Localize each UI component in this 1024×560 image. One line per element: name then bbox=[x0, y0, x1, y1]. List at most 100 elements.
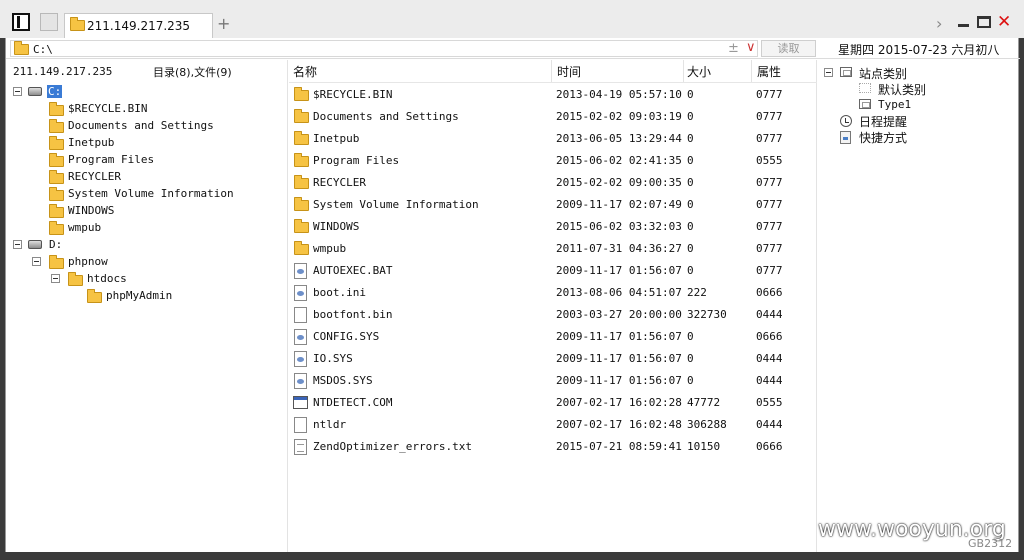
tree-label: Documents and Settings bbox=[68, 119, 214, 132]
table-row[interactable]: ZendOptimizer_errors.txt 2015-07-21 08:5… bbox=[289, 436, 817, 458]
file-time: 2007-02-17 16:02:48 bbox=[556, 418, 682, 431]
file-time: 2013-06-05 13:29:44 bbox=[556, 132, 682, 145]
file-attr: 0777 bbox=[756, 88, 783, 101]
folder-icon bbox=[49, 136, 64, 150]
file-time: 2015-06-02 02:41:35 bbox=[556, 154, 682, 167]
tree-node[interactable]: Inetpub bbox=[6, 135, 286, 151]
table-row[interactable]: RECYCLER 2015-02-02 09:00:35 0 0777 bbox=[289, 172, 817, 194]
tree-node-schedule[interactable]: 日程提醒 bbox=[818, 113, 1018, 129]
file-size: 0 bbox=[687, 220, 694, 233]
table-row[interactable]: Inetpub 2013-06-05 13:29:44 0 0777 bbox=[289, 128, 817, 150]
minimize-button[interactable] bbox=[958, 24, 969, 27]
tab-list-icon[interactable] bbox=[40, 13, 58, 31]
tree-node-shortcut[interactable]: 快捷方式 bbox=[818, 129, 1018, 145]
column-header-attr[interactable]: 属性 bbox=[752, 60, 817, 82]
file-attr: 0444 bbox=[756, 374, 783, 387]
tree-node[interactable]: $RECYCLE.BIN bbox=[6, 101, 286, 117]
tree-node-drive-d[interactable]: D: bbox=[6, 237, 286, 253]
folder-icon bbox=[68, 272, 83, 286]
chevron-down-icon[interactable]: ∨ bbox=[746, 40, 756, 55]
table-row[interactable]: NTDETECT.COM 2007-02-17 16:02:28 47772 0… bbox=[289, 392, 817, 414]
file-name: Inetpub bbox=[313, 132, 360, 145]
table-row[interactable]: $RECYCLE.BIN 2013-04-19 05:57:10 0 0777 bbox=[289, 84, 817, 106]
tree-label: C: bbox=[47, 85, 63, 98]
tree-node[interactable]: System Volume Information bbox=[6, 186, 286, 202]
file-name: IO.SYS bbox=[313, 352, 353, 365]
tab-host[interactable]: 211.149.217.235 bbox=[64, 13, 213, 38]
table-row[interactable]: Documents and Settings 2015-02-02 09:03:… bbox=[289, 106, 817, 128]
tree-node[interactable]: WINDOWS bbox=[6, 203, 286, 219]
file-size: 322730 bbox=[687, 308, 727, 321]
category-icon bbox=[859, 83, 871, 93]
tree-node[interactable]: phpnow bbox=[6, 254, 286, 270]
file-name: ZendOptimizer_errors.txt bbox=[313, 440, 472, 453]
upload-icon[interactable]: ± bbox=[728, 41, 739, 56]
tree-node-default-category[interactable]: 默认类别 bbox=[818, 81, 1018, 97]
file-name: System Volume Information bbox=[313, 198, 479, 211]
tree-node-drive-c[interactable]: C: bbox=[6, 84, 286, 100]
tree-node-type1[interactable]: Type1 bbox=[818, 97, 1018, 113]
file-manager-window: C:\ ± ∨ 读取 星期四 2015-07-23 六月初八 211.149.2… bbox=[5, 38, 1020, 552]
tree-node[interactable]: wmpub bbox=[6, 220, 286, 236]
column-header-name[interactable]: 名称 bbox=[289, 60, 552, 82]
path-input[interactable]: C:\ ± ∨ bbox=[10, 40, 758, 57]
tree-node[interactable]: htdocs bbox=[6, 271, 286, 287]
file-time: 2003-03-27 20:00:00 bbox=[556, 308, 682, 321]
drive-icon bbox=[28, 240, 42, 249]
table-row[interactable]: bootfont.bin 2003-03-27 20:00:00 322730 … bbox=[289, 304, 817, 326]
folder-icon bbox=[294, 241, 309, 255]
maximize-button[interactable] bbox=[977, 16, 991, 28]
table-row[interactable]: AUTOEXEC.BAT 2009-11-17 01:56:07 0 0777 bbox=[289, 260, 817, 282]
tree-node-site-category[interactable]: 站点类别 bbox=[818, 65, 1018, 81]
table-row[interactable]: IO.SYS 2009-11-17 01:56:07 0 0444 bbox=[289, 348, 817, 370]
panel-toggle-icon[interactable] bbox=[12, 13, 30, 31]
table-row[interactable]: wmpub 2011-07-31 04:36:27 0 0777 bbox=[289, 238, 817, 260]
file-size: 47772 bbox=[687, 396, 721, 409]
file-size: 0 bbox=[687, 198, 694, 211]
folder-icon bbox=[49, 170, 64, 184]
table-row[interactable]: MSDOS.SYS 2009-11-17 01:56:07 0 0444 bbox=[289, 370, 817, 392]
tree-label: RECYCLER bbox=[68, 170, 121, 183]
tree-node[interactable]: phpMyAdmin bbox=[6, 288, 286, 304]
file-time: 2007-02-17 16:02:28 bbox=[556, 396, 682, 409]
file-size: 222 bbox=[687, 286, 707, 299]
tree-node[interactable]: Program Files bbox=[6, 152, 286, 168]
folder-icon bbox=[87, 289, 102, 303]
collapse-icon[interactable] bbox=[13, 240, 22, 249]
table-row[interactable]: ntldr 2007-02-17 16:02:48 306288 0444 bbox=[289, 414, 817, 436]
file-time: 2015-06-02 03:32:03 bbox=[556, 220, 682, 233]
collapse-icon[interactable] bbox=[32, 257, 41, 266]
collapse-icon[interactable] bbox=[13, 87, 22, 96]
collapse-icon[interactable] bbox=[51, 274, 60, 283]
collapse-icon[interactable] bbox=[824, 68, 833, 77]
chevron-right-icon[interactable]: › bbox=[936, 14, 942, 33]
table-row[interactable]: System Volume Information 2009-11-17 02:… bbox=[289, 194, 817, 216]
column-header-size[interactable]: 大小 bbox=[684, 60, 752, 82]
file-name: $RECYCLE.BIN bbox=[313, 88, 393, 101]
tree-label: WINDOWS bbox=[68, 204, 115, 217]
folder-icon bbox=[294, 131, 309, 145]
file-size: 10150 bbox=[687, 440, 721, 453]
file-time: 2009-11-17 01:56:07 bbox=[556, 330, 682, 343]
tree-node[interactable]: Documents and Settings bbox=[6, 118, 286, 134]
file-attr: 0555 bbox=[756, 154, 783, 167]
tree-label: 默认类别 bbox=[878, 83, 927, 97]
tree-label: wmpub bbox=[68, 221, 102, 234]
tree-label: Program Files bbox=[68, 153, 155, 166]
file-time: 2011-07-31 04:36:27 bbox=[556, 242, 682, 255]
tree-label: D: bbox=[49, 238, 63, 251]
table-row[interactable]: Program Files 2015-06-02 02:41:35 0 0555 bbox=[289, 150, 817, 172]
system-file-icon bbox=[294, 351, 307, 367]
tree-node[interactable]: RECYCLER bbox=[6, 169, 286, 185]
file-size: 0 bbox=[687, 154, 694, 167]
table-row[interactable]: boot.ini 2013-08-06 04:51:07 222 0666 bbox=[289, 282, 817, 304]
new-tab-button[interactable]: + bbox=[217, 14, 230, 33]
tab-title: 211.149.217.235 bbox=[87, 19, 191, 33]
tree-header: 211.149.217.235 目录(8),文件(9) bbox=[6, 60, 288, 82]
read-button[interactable]: 读取 bbox=[761, 40, 816, 57]
table-row[interactable]: WINDOWS 2015-06-02 03:32:03 0 0777 bbox=[289, 216, 817, 238]
close-button[interactable]: ✕ bbox=[997, 12, 1011, 32]
table-row[interactable]: CONFIG.SYS 2009-11-17 01:56:07 0 0666 bbox=[289, 326, 817, 348]
folder-icon bbox=[49, 221, 64, 235]
column-header-time[interactable]: 时间 bbox=[552, 60, 684, 82]
